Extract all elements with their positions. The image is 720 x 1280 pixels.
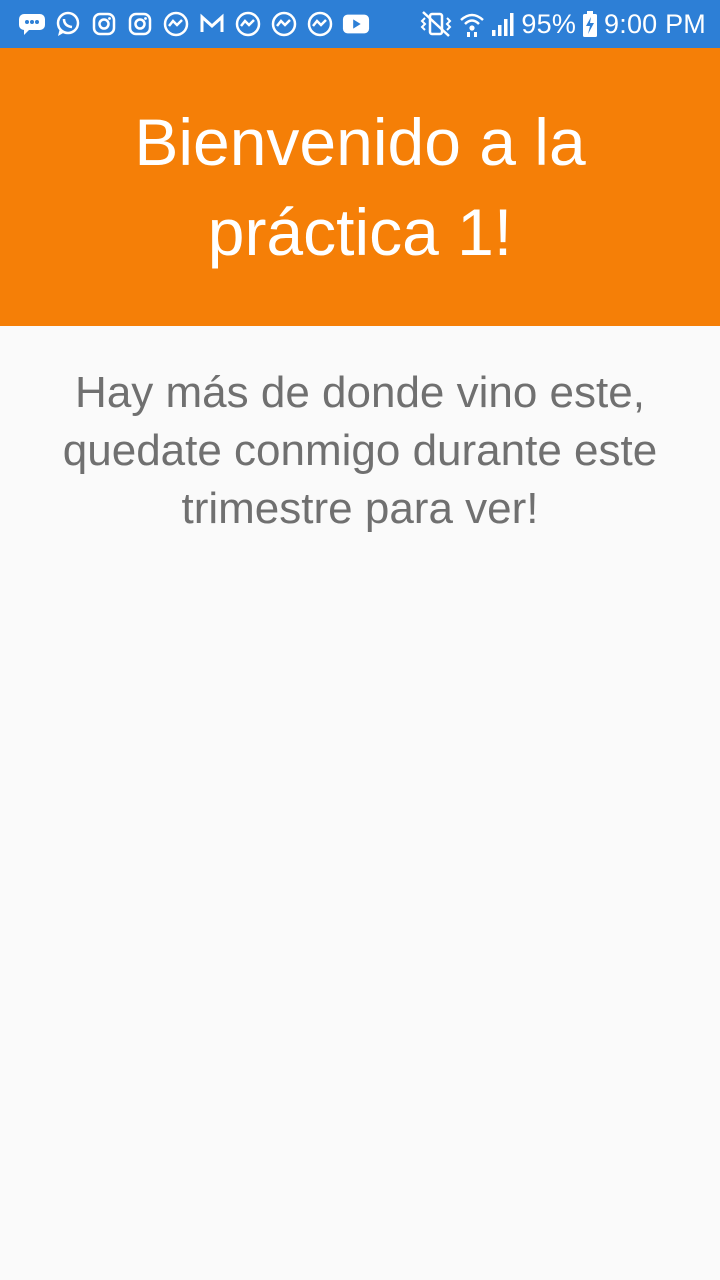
- status-bar: 95% 9:00 PM: [0, 0, 720, 48]
- signal-icon: [491, 11, 515, 37]
- messenger-icon: [306, 10, 334, 38]
- wifi-icon: [459, 10, 485, 38]
- youtube-icon: [342, 10, 370, 38]
- gmail-icon: [198, 10, 226, 38]
- battery-percentage: 95%: [521, 8, 577, 39]
- app-bar: Bienvenido a la práctica 1!: [0, 48, 720, 326]
- messenger-icon: [234, 10, 262, 38]
- messenger-icon: [162, 10, 190, 38]
- page-title: Bienvenido a la práctica 1!: [134, 105, 586, 269]
- vibrate-mode-icon: [419, 10, 453, 38]
- welcome-message: Hay más de donde vino este, quedate conm…: [62, 368, 658, 533]
- system-icons: 95% 9:00 PM: [419, 9, 706, 40]
- whatsapp-icon: [54, 10, 82, 38]
- main-content: Hay más de donde vino este, quedate conm…: [0, 326, 720, 1280]
- clock-time: 9:00 PM: [604, 8, 706, 39]
- chat-bubble-icon: [18, 10, 46, 38]
- notification-icons: [18, 10, 370, 38]
- instagram-icon: [90, 10, 118, 38]
- messenger-icon: [270, 10, 298, 38]
- instagram-icon: [126, 10, 154, 38]
- battery-charging-icon: [582, 10, 598, 38]
